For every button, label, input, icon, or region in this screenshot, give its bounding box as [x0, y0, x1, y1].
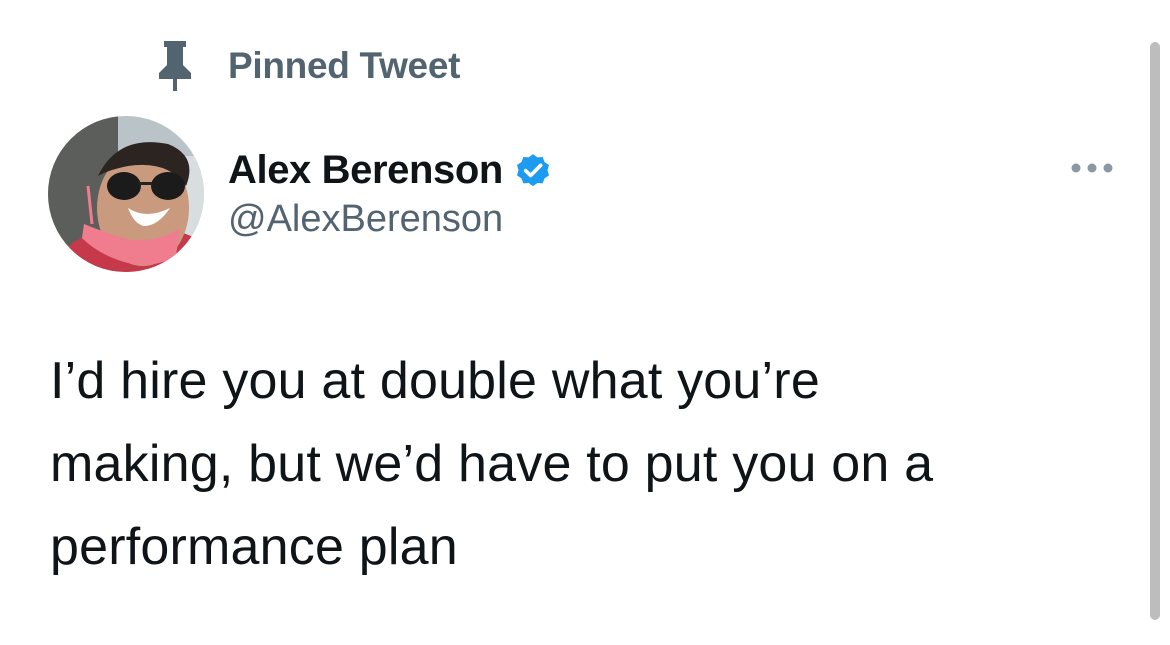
- pinned-label: Pinned Tweet: [228, 45, 461, 86]
- pinned-indicator: Pinned Tweet: [152, 38, 460, 94]
- author-identity[interactable]: Alex Berenson @AlexBerenson: [228, 142, 555, 241]
- tweet-card[interactable]: Pinned Tweet Alex Berenson @AlexBerenson…: [0, 0, 1170, 645]
- scrollbar[interactable]: [1150, 42, 1160, 620]
- handle[interactable]: @AlexBerenson: [228, 198, 555, 241]
- more-options-button[interactable]: [1062, 150, 1122, 190]
- more-options-icon: [1069, 161, 1115, 179]
- display-name[interactable]: Alex Berenson: [228, 148, 503, 193]
- tweet-text: I’d hire you at double what you’re makin…: [50, 352, 934, 576]
- verified-badge-icon: [513, 149, 555, 191]
- avatar[interactable]: [48, 116, 204, 272]
- pin-icon: [152, 38, 198, 94]
